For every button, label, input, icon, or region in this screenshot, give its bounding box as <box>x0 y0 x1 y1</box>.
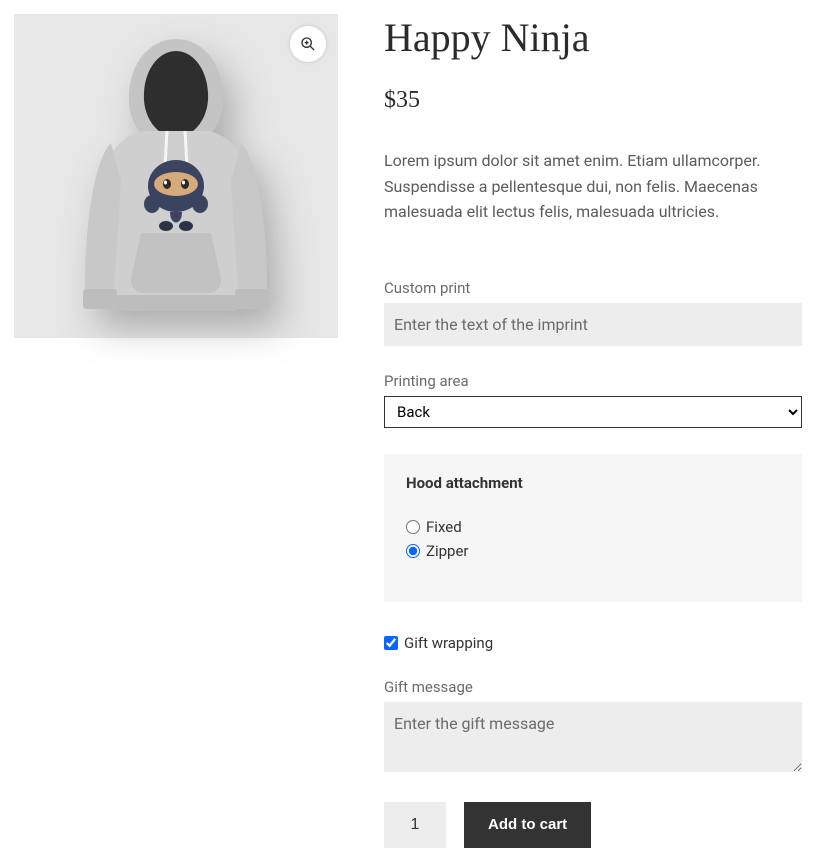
printing-area-field: Printing area Back <box>384 372 802 428</box>
gift-message-label: Gift message <box>384 678 802 696</box>
hood-attachment-fixed[interactable]: Fixed <box>406 518 780 536</box>
hood-fixed-label: Fixed <box>426 518 462 536</box>
hood-zipper-label: Zipper <box>426 542 469 560</box>
gift-wrapping-field[interactable]: Gift wrapping <box>384 634 802 652</box>
price-value: 35 <box>396 87 420 113</box>
hood-attachment-fieldset: Hood attachment Fixed Zipper <box>384 454 802 602</box>
hoodie-graphic <box>71 31 281 321</box>
gift-wrapping-checkbox[interactable] <box>384 636 398 650</box>
product-title: Happy Ninja <box>384 14 802 61</box>
product-description: Lorem ipsum dolor sit amet enim. Etiam u… <box>384 148 802 225</box>
add-to-cart-row: Add to cart <box>384 802 802 848</box>
gift-wrapping-label: Gift wrapping <box>404 634 493 652</box>
product-image[interactable] <box>14 14 338 338</box>
printing-area-select[interactable]: Back <box>384 396 802 428</box>
price-currency: $ <box>384 87 396 113</box>
product-price: $35 <box>384 87 802 114</box>
hood-attachment-legend: Hood attachment <box>406 474 780 492</box>
custom-print-field: Custom print <box>384 279 802 346</box>
product-page: Happy Ninja $35 Lorem ipsum dolor sit am… <box>14 14 802 848</box>
quantity-input[interactable] <box>384 802 446 848</box>
add-to-cart-button[interactable]: Add to cart <box>464 802 591 848</box>
zoom-icon[interactable] <box>290 26 326 62</box>
gift-message-input[interactable] <box>384 702 802 772</box>
custom-print-input[interactable] <box>384 303 802 346</box>
custom-print-label: Custom print <box>384 279 802 297</box>
product-details: Happy Ninja $35 Lorem ipsum dolor sit am… <box>384 14 802 848</box>
gift-message-field: Gift message <box>384 678 802 776</box>
hood-attachment-zipper[interactable]: Zipper <box>406 542 780 560</box>
hood-fixed-radio[interactable] <box>406 520 420 534</box>
hood-zipper-radio[interactable] <box>406 544 420 558</box>
printing-area-label: Printing area <box>384 372 802 390</box>
